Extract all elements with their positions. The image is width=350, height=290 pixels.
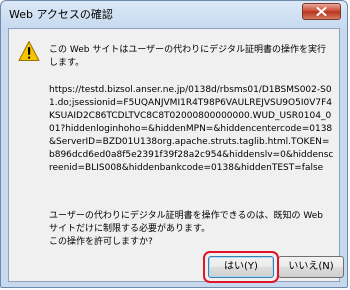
close-icon — [316, 7, 327, 16]
close-button[interactable] — [302, 3, 341, 20]
no-button[interactable]: いいえ(N) — [278, 256, 344, 278]
yes-button[interactable]: はい(Y) — [208, 256, 274, 278]
title-bar[interactable]: Web アクセスの確認 — [1, 1, 347, 29]
question-text: ユーザーの代わりにデジタル証明書を操作できるのは、既知の Web サイトだけに制… — [49, 210, 334, 249]
question-line-1: ユーザーの代わりにデジタル証明書を操作できるのは、既知の Web サイトだけに制… — [49, 211, 323, 234]
dialog-body: この Web サイトはユーザーの代わりにデジタル証明書の操作を実行します。 ht… — [8, 28, 344, 283]
request-url: https://testd.bizsol.anser.ne.jp/0138d/r… — [49, 85, 334, 173]
dialog-window: Web アクセスの確認 この Web サイトはユーザーの代わりにデジタル証明書の… — [0, 0, 348, 288]
question-line-2: この操作を許可しますか? — [49, 237, 153, 247]
window-title: Web アクセスの確認 — [9, 8, 113, 21]
warning-icon — [18, 41, 40, 61]
dialog-message: この Web サイトはユーザーの代わりにデジタル証明書の操作を実行します。 — [49, 45, 326, 68]
